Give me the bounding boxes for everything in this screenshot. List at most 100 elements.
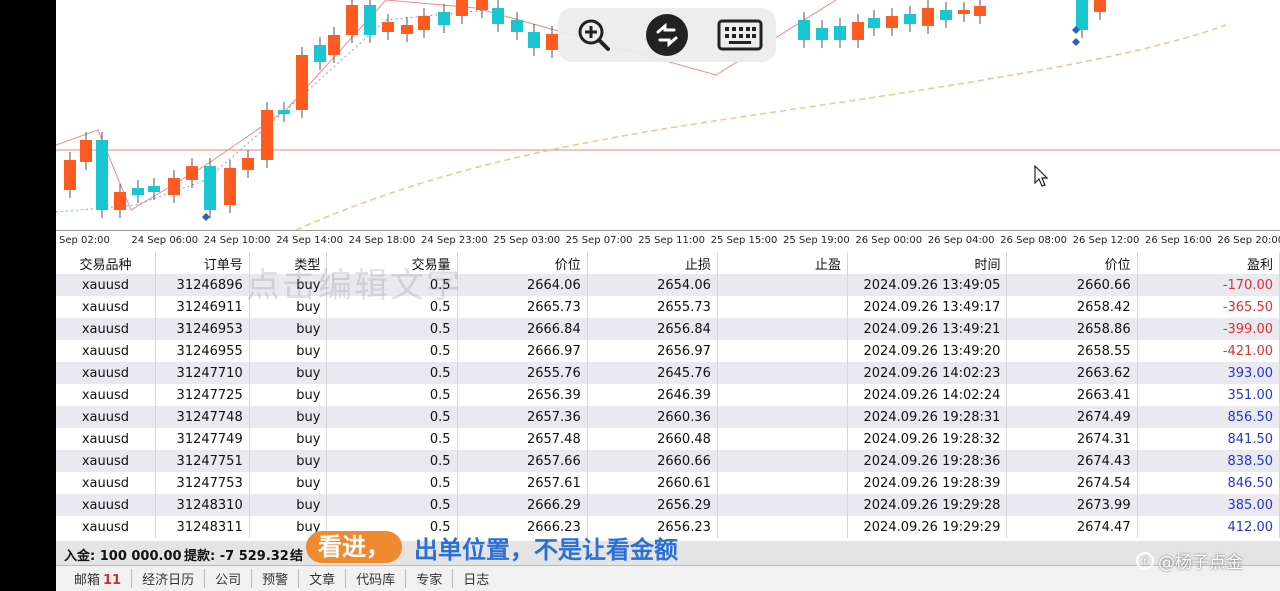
- table-row[interactable]: xauusd 31248310 buy 0.5 2666.29 2656.29 2024.0…: [56, 494, 1280, 516]
- tab-item[interactable]: 专家: [405, 569, 452, 588]
- candle: [852, 22, 864, 40]
- cell-price: 2657.36: [457, 406, 588, 428]
- cell-current-price: 2660.66: [1006, 274, 1138, 296]
- col-header-symbol[interactable]: 交易品种: [56, 252, 156, 274]
- cell-time: 2024.09.26 14:02:23: [847, 362, 1008, 384]
- zoom-in-icon[interactable]: [570, 11, 618, 59]
- remote-desktop-icon[interactable]: [643, 11, 691, 59]
- cell-take-profit: [717, 406, 849, 428]
- time-label: 26 Sep 08:00: [1000, 235, 1067, 246]
- cell-current-price: 2674.43: [1006, 450, 1138, 472]
- col-header-stop-loss[interactable]: 止损: [587, 252, 718, 274]
- candle: [278, 110, 290, 114]
- tab-label: 预警: [262, 573, 289, 588]
- floating-toolbar: [558, 8, 776, 62]
- cell-symbol: xauusd: [56, 406, 156, 428]
- cell-profit: 385.00: [1137, 494, 1280, 516]
- cell-order: 31247748: [155, 406, 250, 428]
- trade-marker: [1072, 38, 1080, 46]
- tab-item[interactable]: 公司: [204, 569, 251, 588]
- tab-label: 邮箱: [74, 573, 101, 588]
- cell-stop-loss: 2654.06: [587, 274, 718, 296]
- col-header-current-price[interactable]: 价位: [1006, 252, 1138, 274]
- table-row[interactable]: xauusd 31246955 buy 0.5 2666.97 2656.97 2024.0…: [56, 340, 1280, 362]
- cell-volume: 0.5: [326, 428, 458, 450]
- cell-symbol: xauusd: [56, 428, 156, 450]
- cell-profit: 412.00: [1137, 516, 1280, 538]
- candle: [974, 6, 986, 16]
- tab-label: 代码库: [356, 573, 396, 588]
- col-header-price[interactable]: 价位: [457, 252, 588, 274]
- cell-take-profit: [717, 384, 849, 406]
- keyboard-icon[interactable]: [716, 11, 764, 59]
- candle: [418, 16, 430, 30]
- balance-tail: 结: [290, 549, 304, 564]
- col-header-time[interactable]: 时间: [847, 252, 1008, 274]
- order-rows: xauusd 31246896 buy 0.5 2664.06 2654.06 2024.0…: [56, 274, 1280, 538]
- candle: [346, 5, 358, 35]
- cell-current-price: 2674.31: [1006, 428, 1138, 450]
- tab-item[interactable]: 邮箱 11: [64, 569, 131, 588]
- candle: [204, 166, 216, 210]
- tab-item[interactable]: 经济日历: [131, 569, 204, 588]
- cell-take-profit: [717, 450, 849, 472]
- table-row[interactable]: xauusd 31247710 buy 0.5 2655.76 2645.76 2024.0…: [56, 362, 1280, 384]
- trading-terminal: Sep 02:00 24 Sep 06:00 24 Sep 10:00 24 Sep …: [56, 0, 1280, 591]
- cell-symbol: xauusd: [56, 274, 156, 296]
- time-label: 25 Sep 19:00: [783, 235, 850, 246]
- cell-type: buy: [249, 362, 328, 384]
- table-row[interactable]: xauusd 31247749 buy 0.5 2657.48 2660.48 2024.0…: [56, 428, 1280, 450]
- cell-type: buy: [249, 340, 328, 362]
- candle: [224, 168, 236, 205]
- cell-type: buy: [249, 384, 328, 406]
- cell-time: 2024.09.26 19:29:28: [847, 494, 1008, 516]
- candle: [186, 166, 198, 180]
- time-label: Sep 02:00: [59, 235, 110, 246]
- video-caption: 看进， 出单位置，不是让看金额: [306, 530, 678, 564]
- cell-symbol: xauusd: [56, 362, 156, 384]
- candle: [492, 8, 504, 24]
- table-row[interactable]: xauusd 31246953 buy 0.5 2666.84 2656.84 2024.0…: [56, 318, 1280, 340]
- cell-profit: 846.50: [1137, 472, 1280, 494]
- tab-item[interactable]: 预警: [251, 569, 298, 588]
- candle: [64, 160, 76, 190]
- withdraw-value: 提款: -7 529.32: [184, 549, 289, 564]
- candle: [834, 26, 846, 40]
- table-row[interactable]: xauusd 31247753 buy 0.5 2657.61 2660.61 2024.0…: [56, 472, 1280, 494]
- table-row[interactable]: xauusd 31247725 buy 0.5 2656.39 2646.39 2024.0…: [56, 384, 1280, 406]
- cell-type: buy: [249, 318, 328, 340]
- candle: [816, 28, 828, 40]
- table-row[interactable]: xauusd 31246896 buy 0.5 2664.06 2654.06 2024.0…: [56, 274, 1280, 296]
- cell-volume: 0.5: [326, 362, 458, 384]
- table-row[interactable]: xauusd 31246911 buy 0.5 2665.73 2655.73 2024.0…: [56, 296, 1280, 318]
- candle: [546, 34, 558, 50]
- cell-price: 2657.61: [457, 472, 588, 494]
- cell-profit: 393.00: [1137, 362, 1280, 384]
- cell-profit: -170.00: [1137, 274, 1280, 296]
- cell-price: 2666.97: [457, 340, 588, 362]
- cell-stop-loss: 2655.73: [587, 296, 718, 318]
- table-row[interactable]: xauusd 31247748 buy 0.5 2657.36 2660.36 2024.0…: [56, 406, 1280, 428]
- cell-order: 31247751: [155, 450, 250, 472]
- time-label: 26 Sep 16:00: [1145, 235, 1212, 246]
- cell-stop-loss: 2660.61: [587, 472, 718, 494]
- tab-item[interactable]: 日志: [452, 569, 499, 588]
- candle: [476, 0, 488, 10]
- cell-type: buy: [249, 406, 328, 428]
- cell-symbol: xauusd: [56, 318, 156, 340]
- cell-type: buy: [249, 494, 328, 516]
- col-header-profit[interactable]: 盈利: [1137, 252, 1280, 274]
- cell-type: buy: [249, 472, 328, 494]
- col-header-order[interactable]: 订单号: [155, 252, 250, 274]
- cell-take-profit: [717, 472, 849, 494]
- table-row[interactable]: xauusd 31247751 buy 0.5 2657.66 2660.66 2024.0…: [56, 450, 1280, 472]
- candle: [922, 8, 934, 26]
- cell-take-profit: [717, 274, 849, 296]
- cell-volume: 0.5: [326, 406, 458, 428]
- candle: [868, 18, 880, 28]
- cell-order: 31246911: [155, 296, 250, 318]
- col-header-take-profit[interactable]: 止盈: [717, 252, 849, 274]
- cell-time: 2024.09.26 13:49:21: [847, 318, 1008, 340]
- tab-item[interactable]: 文章: [298, 569, 345, 588]
- tab-item[interactable]: 代码库: [345, 569, 405, 588]
